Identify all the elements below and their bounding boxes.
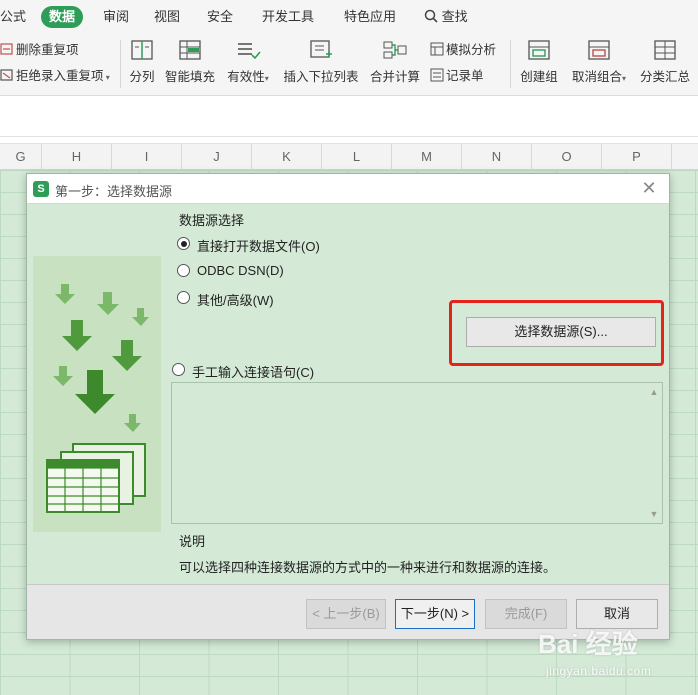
what-if-button[interactable]: 模拟分析	[430, 40, 496, 60]
what-if-label: 模拟分析	[446, 43, 497, 57]
column-header[interactable]: K	[252, 144, 322, 170]
search-tab[interactable]: 查找	[424, 6, 468, 28]
column-header[interactable]: N	[462, 144, 532, 170]
radio-open-file[interactable]	[177, 237, 190, 250]
import-illustration	[33, 256, 161, 532]
radio-other[interactable]	[177, 291, 190, 304]
wps-logo-icon: S	[33, 181, 49, 197]
record-form-button[interactable]: 记录单	[430, 66, 484, 86]
chevron-down-icon: ▾	[103, 73, 110, 82]
ribbon-toolbar: 删除重复项 拒绝录入重复项 ▾ 分列 智能填充 有效性▾ 插入下拉列表 合并计算…	[0, 34, 698, 96]
group-button[interactable]: 创建组	[518, 38, 560, 92]
ungroup-label: 取消组合	[571, 70, 622, 84]
ungroup-icon	[586, 38, 612, 62]
radio-open-file-label[interactable]: 直接打开数据文件(O)	[197, 236, 320, 255]
reject-duplicates-button[interactable]: 拒绝录入重复项 ▾	[0, 66, 110, 86]
prev-step-button[interactable]: < 上一步(B)	[306, 599, 386, 629]
column-header[interactable]: P	[602, 144, 672, 170]
validity-label: 有效性	[227, 70, 265, 84]
smart-fill-button[interactable]: 智能填充	[163, 38, 217, 92]
search-icon	[424, 8, 438, 23]
tab-security[interactable]: 安全	[207, 6, 233, 28]
tab-special[interactable]: 特色应用	[344, 6, 396, 28]
chevron-down-icon: ▾	[622, 74, 627, 83]
radio-other-label[interactable]: 其他/高级(W)	[197, 290, 274, 309]
radio-odbc-label[interactable]: ODBC DSN(D)	[197, 263, 284, 278]
watermark-logo: Bai 经验	[538, 624, 638, 661]
consolidate-button[interactable]: 合并计算	[368, 38, 422, 92]
insert-dropdown-icon	[308, 38, 334, 62]
tab-view[interactable]: 视图	[154, 6, 180, 28]
tab-developer[interactable]: 开发工具	[262, 6, 314, 28]
split-column-icon	[129, 38, 155, 62]
record-form-icon	[430, 68, 444, 82]
subtotal-icon	[652, 38, 678, 62]
highlight-annotation	[449, 300, 664, 366]
remove-duplicates-label: 删除重复项	[16, 43, 79, 57]
column-header[interactable]: O	[532, 144, 602, 170]
next-step-button[interactable]: 下一步(N) >	[395, 599, 475, 629]
column-header[interactable]: L	[322, 144, 392, 170]
smart-fill-icon	[177, 38, 203, 62]
chevron-down-icon: ▾	[264, 74, 269, 83]
validity-icon	[235, 38, 261, 62]
reject-duplicates-label: 拒绝录入重复项	[16, 69, 104, 83]
column-header[interactable]: J	[182, 144, 252, 170]
consolidate-label: 合并计算	[369, 70, 420, 84]
tab-formula[interactable]: 公式	[0, 6, 26, 28]
validity-button[interactable]: 有效性▾	[224, 38, 272, 92]
tab-data[interactable]: 数据	[41, 6, 84, 28]
split-column-label: 分列	[129, 70, 155, 84]
ribbon-divider	[120, 40, 121, 88]
dialog-title: 第一步：选择数据源	[55, 184, 173, 199]
subtotal-label: 分类汇总	[639, 70, 690, 84]
menu-bar: 公式 数据 审阅 视图 安全 开发工具 特色应用 查找	[0, 0, 698, 34]
reject-duplicates-icon	[0, 68, 14, 82]
data-source-dialog: S 第一步：选择数据源 ✕ 数据源选择 直接打开数据文件(O) ODBC DSN…	[26, 173, 670, 640]
consolidate-icon	[382, 38, 408, 62]
dialog-titlebar[interactable]: S 第一步：选择数据源 ✕	[27, 174, 669, 204]
split-column-button[interactable]: 分列	[127, 38, 157, 92]
group-icon	[526, 38, 552, 62]
remove-duplicates-button[interactable]: 删除重复项	[0, 40, 79, 60]
column-header[interactable]: H	[42, 144, 112, 170]
radio-manual[interactable]	[172, 363, 185, 376]
description-text: 可以选择四种连接数据源的方式中的一种来进行和数据源的连接。	[179, 560, 557, 575]
radio-manual-label[interactable]: 手工输入连接语句(C)	[192, 362, 314, 381]
search-label: 查找	[441, 9, 468, 24]
watermark-url: jingyan.baidu.com	[546, 664, 652, 678]
ungroup-button[interactable]: 取消组合▾	[568, 38, 630, 92]
scroll-up-icon[interactable]: ▲	[648, 386, 660, 398]
record-form-label: 记录单	[446, 69, 484, 83]
ribbon-divider	[510, 40, 511, 88]
description-heading: 说明	[179, 534, 206, 549]
remove-duplicates-icon	[0, 42, 14, 56]
column-headers: G H I J K L M N O P	[0, 143, 698, 170]
group-label: 创建组	[520, 70, 558, 84]
close-icon[interactable]: ✕	[639, 178, 659, 198]
tab-review[interactable]: 审阅	[103, 6, 129, 28]
column-header[interactable]: G	[0, 144, 42, 170]
formula-bar[interactable]	[0, 97, 698, 137]
connection-string-textarea[interactable]: ▲ ▼	[171, 382, 663, 524]
smart-fill-label: 智能填充	[164, 70, 215, 84]
radio-odbc[interactable]	[177, 264, 190, 277]
column-header[interactable]: I	[112, 144, 182, 170]
insert-dropdown-button[interactable]: 插入下拉列表	[282, 38, 360, 92]
insert-dropdown-label: 插入下拉列表	[283, 70, 359, 84]
scroll-down-icon[interactable]: ▼	[648, 508, 660, 520]
what-if-icon	[430, 42, 444, 56]
section-label: 数据源选择	[179, 213, 245, 228]
subtotal-button[interactable]: 分类汇总	[637, 38, 693, 92]
watermark-logo-text: Bai 经验	[538, 629, 638, 659]
baidu-watermark: Bai 经验 jingyan.baidu.com	[534, 620, 694, 690]
column-header[interactable]: M	[392, 144, 462, 170]
